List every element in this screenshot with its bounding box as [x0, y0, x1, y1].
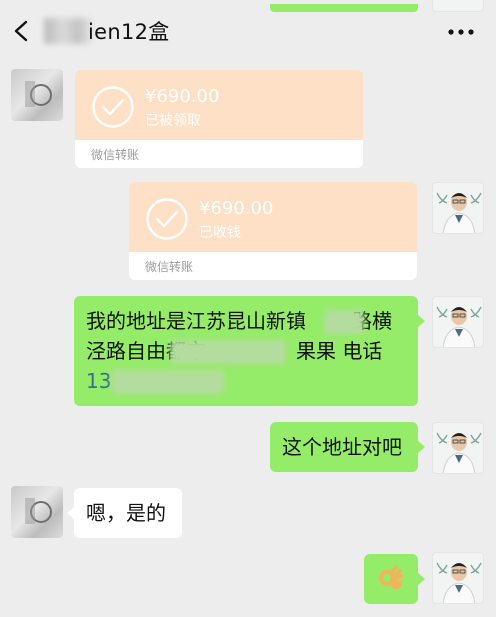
check-circle-icon: [146, 198, 188, 240]
avatar[interactable]: [11, 69, 63, 121]
message-bubble[interactable]: 我的地址是江苏昆山新镇 路横 泾路自由都市 果果 电话 13: [74, 296, 425, 406]
transfer-status: 已被领取: [145, 113, 201, 129]
previous-message-edge: [270, 4, 418, 12]
transfer-card-footer: 微信转账: [75, 140, 363, 168]
bubble-tail: [417, 314, 425, 328]
avatar-image: [25, 81, 52, 107]
more-dots-icon[interactable]: [448, 29, 474, 35]
redaction-blur: [170, 340, 286, 364]
avatar[interactable]: [432, 0, 484, 12]
message-bubble[interactable]: 嗯，是的: [67, 488, 182, 538]
avatar-image: [436, 306, 482, 347]
avatar[interactable]: [432, 552, 484, 604]
check-circle-icon: [92, 86, 134, 128]
avatar-image: [436, 192, 482, 233]
transfer-label: 微信转账: [145, 260, 194, 274]
chat-title: ien12盒: [88, 20, 170, 44]
chat-header: ien12盒: [0, 0, 496, 62]
transfer-label: 微信转账: [91, 148, 140, 162]
avatar-image: [436, 562, 482, 603]
message-line: 13: [86, 369, 112, 393]
avatar[interactable]: [432, 182, 484, 234]
avatar[interactable]: [432, 422, 484, 474]
message-text: 嗯，是的: [86, 501, 166, 525]
message-bubble[interactable]: [364, 554, 425, 604]
transfer-status: 已收钱: [199, 225, 241, 241]
transfer-amount: ¥690.00: [145, 86, 220, 107]
avatar[interactable]: [11, 486, 63, 538]
bubble-tail: [417, 440, 425, 454]
avatar[interactable]: [432, 296, 484, 348]
message-bubble[interactable]: 这个地址对吧: [270, 422, 425, 472]
ok-hand-icon: [379, 565, 403, 590]
redaction-blur: [324, 310, 364, 334]
redaction-blur: [112, 370, 224, 394]
transfer-card-top: ¥690.00 已被领取: [75, 70, 363, 142]
transfer-card-footer: 微信转账: [129, 252, 417, 280]
message-text: 这个地址对吧: [282, 435, 402, 459]
transfer-card-top: ¥690.00 已收钱: [129, 182, 417, 254]
chevron-left-icon[interactable]: [12, 20, 32, 42]
transfer-card[interactable]: ¥690.00 已收钱 微信转账: [129, 182, 417, 280]
bubble-tail: [417, 572, 425, 586]
transfer-card[interactable]: ¥690.00 已被领取 微信转账: [75, 70, 363, 168]
avatar-image: [436, 432, 482, 473]
avatar-image: [25, 498, 52, 524]
bubble-tail: [67, 506, 75, 520]
transfer-amount: ¥690.00: [199, 198, 274, 219]
